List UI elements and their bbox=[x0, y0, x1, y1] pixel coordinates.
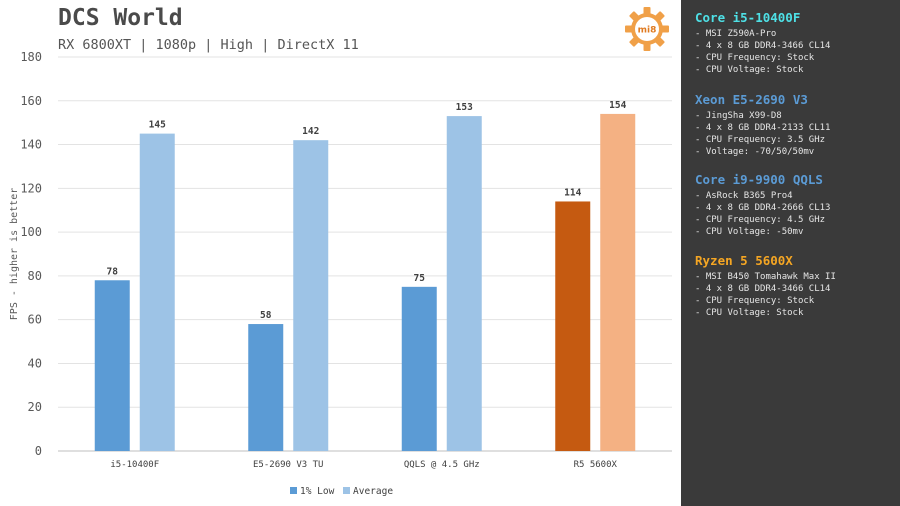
bar bbox=[600, 113, 636, 452]
logo-text: mi8 bbox=[638, 26, 657, 36]
bar bbox=[248, 324, 284, 451]
x-tick-label: R5 5600X bbox=[574, 460, 618, 470]
y-tick-label: 60 bbox=[28, 313, 42, 327]
y-tick-label: 100 bbox=[20, 225, 42, 239]
bar-value-label: 153 bbox=[456, 102, 473, 113]
cpu-spec-block: Xeon E5-2690 V3 - JingSha X99-D8 - 4 x 8 G… bbox=[695, 92, 830, 158]
y-tick-label: 20 bbox=[28, 400, 42, 414]
cpu-spec-block: Core i5-10400F - MSI Z590A-Pro - 4 x 8 GB … bbox=[695, 10, 830, 76]
cpu-spec-block: Core i9-9900 QQLS - AsRock B365 Pro4 - 4 x… bbox=[695, 172, 830, 238]
y-tick-label: 160 bbox=[20, 94, 42, 108]
legend-swatch bbox=[290, 487, 297, 494]
cpu-spec-line: - CPU Frequency: 3.5 GHz bbox=[695, 135, 826, 145]
legend-label: Average bbox=[353, 486, 393, 497]
cpu-spec-line: - Voltage: -70/50/50mv bbox=[695, 147, 815, 157]
y-tick-label: 0 bbox=[35, 444, 42, 458]
bar-value-label: 154 bbox=[609, 100, 626, 111]
cpu-name: Xeon E5-2690 V3 bbox=[695, 92, 808, 107]
cpu-spec-line: - CPU Voltage: Stock bbox=[695, 308, 804, 318]
cpu-name: Core i5-10400F bbox=[695, 10, 801, 25]
bar-value-label: 75 bbox=[414, 273, 426, 284]
cpu-name: Ryzen 5 5600X bbox=[695, 253, 793, 268]
bar-chart: 0 20 40 60 80 100 120 140 160 180 FPS - higher is … bbox=[9, 50, 672, 497]
x-tick-label: i5-10400F bbox=[110, 460, 159, 470]
cpu-spec-line: - 4 x 8 GB DDR4-3466 CL14 bbox=[695, 41, 831, 51]
legend-swatch bbox=[343, 487, 350, 494]
bar bbox=[293, 140, 329, 451]
chart-title: DCS World bbox=[58, 5, 183, 31]
y-tick-label: 80 bbox=[28, 269, 42, 283]
cpu-spec-line: - 4 x 8 GB DDR4-2666 CL13 bbox=[695, 203, 831, 213]
x-tick-label: QQLS @ 4.5 GHz bbox=[404, 460, 480, 470]
bar-value-label: 58 bbox=[260, 310, 272, 321]
cpu-spec-line: - MSI B450 Tomahawk Max II bbox=[695, 272, 836, 282]
bar-value-label: 145 bbox=[149, 120, 166, 131]
cpu-spec-line: - 4 x 8 GB DDR4-2133 CL11 bbox=[695, 123, 831, 133]
cpu-spec-line: - AsRock B365 Pro4 bbox=[695, 191, 793, 201]
bar bbox=[139, 133, 175, 451]
cpu-spec-line: - CPU Voltage: Stock bbox=[695, 65, 804, 75]
cpu-spec-line: - MSI Z590A-Pro bbox=[695, 29, 777, 39]
cpu-spec-line: - CPU Frequency: Stock bbox=[695, 53, 815, 63]
gear-logo-icon: mi8 bbox=[625, 7, 669, 51]
bar bbox=[401, 286, 437, 451]
bar bbox=[555, 201, 591, 451]
chart-subtitle: RX 6800XT | 1080p | High | DirectX 11 bbox=[58, 37, 359, 53]
legend-label: 1% Low bbox=[300, 486, 335, 497]
bar-value-label: 78 bbox=[107, 266, 119, 277]
cpu-spec-line: - CPU Voltage: -50mv bbox=[695, 227, 804, 237]
bar-value-label: 114 bbox=[564, 187, 581, 198]
y-axis-label: FPS - higher is better bbox=[9, 188, 20, 320]
cpu-spec-block: Ryzen 5 5600X - MSI B450 Tomahawk Max II -… bbox=[695, 253, 836, 319]
y-tick-label: 180 bbox=[20, 50, 42, 64]
y-tick-label: 140 bbox=[20, 138, 42, 152]
bar bbox=[94, 280, 130, 451]
x-tick-label: E5-2690 V3 TU bbox=[253, 460, 323, 470]
y-tick-label: 40 bbox=[28, 356, 42, 370]
y-tick-label: 120 bbox=[20, 181, 42, 195]
bar-value-label: 142 bbox=[302, 126, 319, 137]
chart-panel: 0 20 40 60 80 100 120 140 160 180 FPS - higher is … bbox=[0, 0, 681, 506]
cpu-spec-line: - CPU Frequency: Stock bbox=[695, 296, 815, 306]
cpu-name: Core i9-9900 QQLS bbox=[695, 172, 823, 187]
cpu-spec-line: - 4 x 8 GB DDR4-3466 CL14 bbox=[695, 284, 831, 294]
bar bbox=[446, 116, 482, 451]
info-panel: Core i5-10400F - MSI Z590A-Pro - 4 x 8 GB … bbox=[681, 0, 900, 506]
cpu-spec-line: - CPU Frequency: 4.5 GHz bbox=[695, 215, 826, 225]
cpu-spec-line: - JingSha X99-D8 bbox=[695, 111, 782, 121]
